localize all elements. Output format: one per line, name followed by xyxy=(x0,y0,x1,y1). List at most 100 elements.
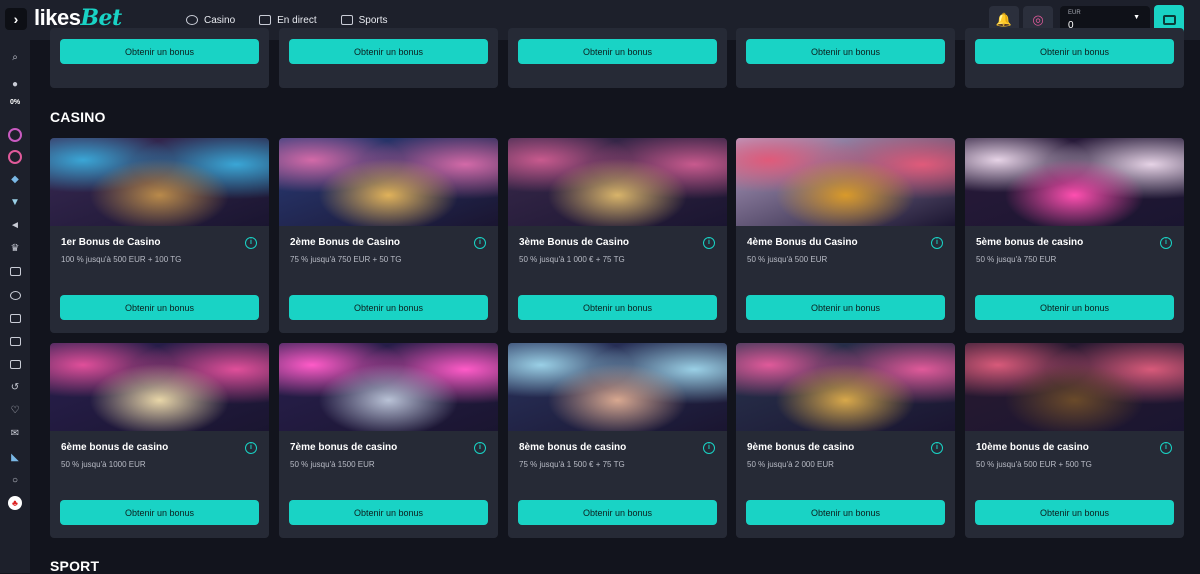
nav-live[interactable]: En direct xyxy=(259,14,317,26)
bonus-card-title: 3ème Bonus de Casino xyxy=(519,237,630,248)
nav-live-label: En direct xyxy=(277,14,317,26)
get-bonus-button[interactable]: Obtenir un bonus xyxy=(289,295,488,320)
info-icon[interactable]: i xyxy=(474,442,486,454)
info-icon[interactable]: i xyxy=(245,237,257,249)
history-icon[interactable]: ↺ xyxy=(8,380,22,394)
bonus-card-description: 50 % jusqu'à 500 EUR xyxy=(747,255,828,264)
wheel-icon[interactable] xyxy=(8,150,22,164)
chevron-right-icon: › xyxy=(13,11,19,27)
mail-icon[interactable]: ✉ xyxy=(8,426,22,440)
woman-casino-image xyxy=(508,343,727,431)
search-icon[interactable]: ⌕ xyxy=(8,50,22,64)
helicopter-image xyxy=(50,343,269,431)
bonus-card-partial: Obtenir un bonus xyxy=(736,28,955,88)
get-bonus-button[interactable]: Obtenir un bonus xyxy=(975,295,1174,320)
gift-icon[interactable] xyxy=(8,357,22,371)
wallet-icon xyxy=(1162,15,1176,25)
live-icon[interactable] xyxy=(8,311,22,325)
briefcase-cash-image xyxy=(965,343,1184,431)
bonus-card: 8ème bonus de casino i 75 % jusqu'à 1 500 … xyxy=(508,343,727,538)
bonus-card-description: 50 % jusqu'à 1500 EUR xyxy=(290,460,375,469)
profile-progress: 0% xyxy=(9,99,21,106)
bonus-card-title: 9ème bonus de casino xyxy=(747,442,855,453)
bonus-card-title: 10ème bonus de casino xyxy=(976,442,1089,453)
bonus-card-description: 50 % jusqu'à 750 EUR xyxy=(976,255,1057,264)
get-bonus-button[interactable]: Obtenir un bonus xyxy=(60,39,259,64)
shop-basket-icon[interactable] xyxy=(8,264,22,278)
heart-icon[interactable]: ♡ xyxy=(8,403,22,417)
bonus-card-title: 4ème Bonus du Casino xyxy=(747,237,858,248)
get-bonus-button[interactable]: Obtenir un bonus xyxy=(746,39,945,64)
bonus-card-partial: Obtenir un bonus xyxy=(50,28,269,88)
vault-gold-image xyxy=(736,343,955,431)
nav-casino[interactable]: Casino xyxy=(186,15,235,26)
get-bonus-button[interactable]: Obtenir un bonus xyxy=(289,39,488,64)
bonus-card: 3ème Bonus de Casino i 50 % jusqu'à 1 000 … xyxy=(508,138,727,333)
bell-icon: 🔔 xyxy=(995,12,1013,27)
balance-currency: EUR xyxy=(1068,10,1081,16)
slot-machines-image xyxy=(279,138,498,226)
app-icon[interactable]: ◣ xyxy=(8,450,22,464)
bonus-card-partial: Obtenir un bonus xyxy=(508,28,727,88)
target-icon[interactable] xyxy=(8,128,22,142)
user-icon[interactable]: ● xyxy=(8,77,22,91)
get-bonus-button[interactable]: Obtenir un bonus xyxy=(518,500,717,525)
bonus-card: 2ème Bonus de Casino i 75 % jusqu'à 750 EU… xyxy=(279,138,498,333)
sidebar-toggle-button[interactable]: › xyxy=(5,8,27,30)
get-bonus-button[interactable]: Obtenir un bonus xyxy=(975,39,1174,64)
crown-icon[interactable]: ♛ xyxy=(8,241,22,255)
bonus-card-title: 7ème bonus de casino xyxy=(290,442,398,453)
get-bonus-button[interactable]: Obtenir un bonus xyxy=(518,39,717,64)
bonus-card: 9ème bonus de casino i 50 % jusqu'à 2 000 … xyxy=(736,343,955,538)
section-title-casino: CASINO xyxy=(50,109,106,125)
caret-down-icon: ▼ xyxy=(1133,14,1140,21)
casino-icon[interactable] xyxy=(8,288,22,302)
nav-casino-label: Casino xyxy=(204,14,236,26)
bonus-card: 5ème bonus de casino i 50 % jusqu'à 750 EU… xyxy=(965,138,1184,333)
bonus-card-title: 1er Bonus de Casino xyxy=(61,237,161,248)
info-icon[interactable]: i xyxy=(703,442,715,454)
sports-icon xyxy=(340,15,353,25)
bonus-card-partial: Obtenir un bonus xyxy=(279,28,498,88)
get-bonus-button[interactable]: Obtenir un bonus xyxy=(60,295,259,320)
get-bonus-button[interactable]: Obtenir un bonus xyxy=(60,500,259,525)
bonus-card-description: 75 % jusqu'à 750 EUR + 50 TG xyxy=(290,255,402,264)
bonus-card-description: 50 % jusqu'à 500 EUR + 500 TG xyxy=(976,460,1092,469)
info-icon[interactable]: i xyxy=(931,442,943,454)
casino-icon xyxy=(186,15,198,25)
bonus-card: 7ème bonus de casino i 50 % jusqu'à 1500 E… xyxy=(279,343,498,538)
gold-bag-image xyxy=(508,138,727,226)
chat-icon[interactable]: ○ xyxy=(8,473,22,487)
bonus-card-description: 50 % jusqu'à 1000 EUR xyxy=(61,460,146,469)
bonus-card-description: 50 % jusqu'à 1 000 € + 75 TG xyxy=(519,255,625,264)
bonus-card-description: 75 % jusqu'à 1 500 € + 75 TG xyxy=(519,460,625,469)
sports-icon[interactable] xyxy=(8,334,22,348)
get-bonus-button[interactable]: Obtenir un bonus xyxy=(289,500,488,525)
sidebar: ⌕ ● 0% ◆ ▼ ◄ ♛ ↺ ♡ ✉ ◣ ○ ♣ xyxy=(0,40,30,573)
info-icon[interactable]: i xyxy=(931,237,943,249)
info-icon[interactable]: i xyxy=(245,442,257,454)
bonus-card-description: 50 % jusqu'à 2 000 EUR xyxy=(747,460,834,469)
info-icon[interactable]: i xyxy=(474,237,486,249)
bonus-card-title: 6ème bonus de casino xyxy=(61,442,169,453)
logo-part-1: likes xyxy=(34,5,81,30)
live-icon xyxy=(259,15,272,25)
megaphone-icon[interactable]: ◄ xyxy=(8,218,22,232)
bonus-card-title: 2ème Bonus de Casino xyxy=(290,237,401,248)
get-bonus-button[interactable]: Obtenir un bonus xyxy=(975,500,1174,525)
info-icon[interactable]: i xyxy=(1160,237,1172,249)
target-icon: ◎ xyxy=(1032,12,1044,27)
neon-car-woman-image xyxy=(965,138,1184,226)
main-content: Obtenir un bonus Obtenir un bonus Obteni… xyxy=(30,28,1200,574)
info-icon[interactable]: i xyxy=(1160,442,1172,454)
canada-flag-icon[interactable]: ♣ xyxy=(8,496,22,510)
roulette-wheel-image xyxy=(50,138,269,226)
gold-chain-chips-image xyxy=(736,138,955,226)
get-bonus-button[interactable]: Obtenir un bonus xyxy=(746,295,945,320)
get-bonus-button[interactable]: Obtenir un bonus xyxy=(746,500,945,525)
info-icon[interactable]: i xyxy=(703,237,715,249)
gift-box-icon[interactable]: ◆ xyxy=(8,172,22,186)
get-bonus-button[interactable]: Obtenir un bonus xyxy=(518,295,717,320)
medal-icon[interactable]: ▼ xyxy=(8,195,22,209)
nav-sports[interactable]: Sports xyxy=(340,15,388,26)
